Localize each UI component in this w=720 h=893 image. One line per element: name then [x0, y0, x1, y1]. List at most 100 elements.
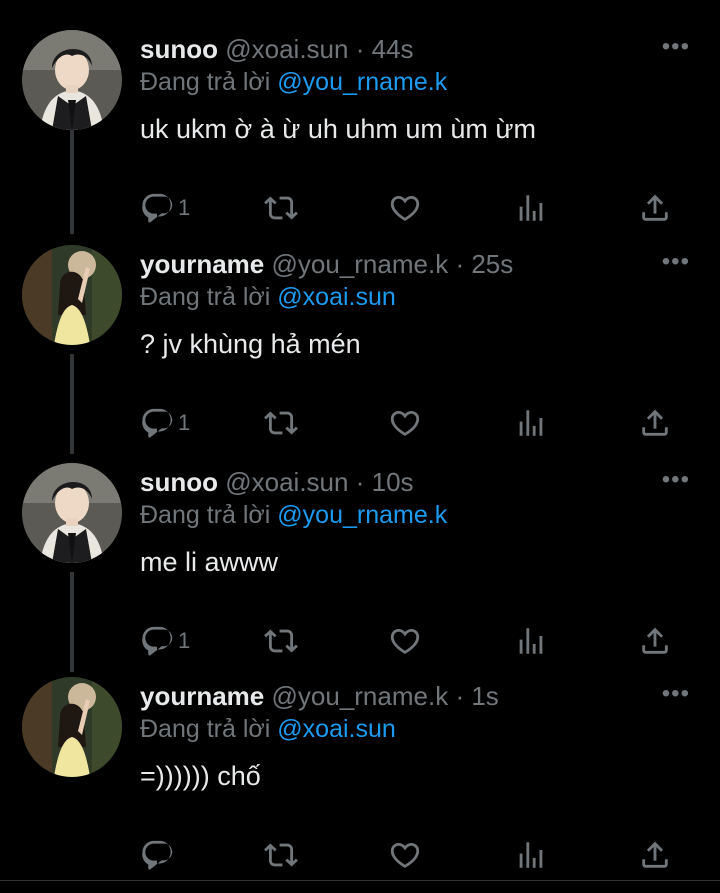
- tweet[interactable]: sunoo @xoai.sun · 10s ••• Đang trả lời @…: [0, 463, 720, 679]
- timestamp[interactable]: 1s: [471, 681, 498, 711]
- separator-dot: ·: [355, 34, 365, 64]
- like-icon: [388, 838, 422, 872]
- display-name[interactable]: sunoo: [140, 467, 218, 497]
- tweet-text: =)))))) chố: [140, 761, 261, 791]
- analytics-icon: [514, 406, 548, 440]
- user-handle[interactable]: @xoai.sun: [225, 34, 348, 64]
- display-name[interactable]: yourname: [140, 681, 264, 711]
- replying-to-label: Đang trả lời: [140, 283, 271, 311]
- separator-dot: ·: [455, 681, 465, 711]
- share-button[interactable]: [638, 621, 672, 661]
- reply-icon: [140, 406, 174, 440]
- mention-link[interactable]: @you_rname.k: [277, 501, 447, 529]
- tweet-header: yourname @you_rname.k · 1s: [140, 679, 640, 713]
- replying-to-label: Đang trả lời: [140, 501, 271, 529]
- analytics-icon: [514, 624, 548, 658]
- timestamp[interactable]: 10s: [372, 467, 414, 497]
- display-name[interactable]: yourname: [140, 249, 264, 279]
- like-button[interactable]: [388, 403, 422, 443]
- like-button[interactable]: [388, 621, 422, 661]
- display-name[interactable]: sunoo: [140, 34, 218, 64]
- analytics-icon: [514, 838, 548, 872]
- reply-icon: [140, 624, 174, 658]
- tweet-actions: [140, 835, 680, 875]
- user-handle[interactable]: @xoai.sun: [225, 467, 348, 497]
- like-icon: [388, 191, 422, 225]
- like-button[interactable]: [388, 835, 422, 875]
- replying-to: Đang trả lời @you_rname.k: [140, 66, 447, 98]
- replying-to: Đang trả lời @you_rname.k: [140, 499, 447, 531]
- reply-button[interactable]: [140, 835, 178, 875]
- like-button[interactable]: [388, 188, 422, 228]
- reply-count: 1: [178, 410, 191, 435]
- retweet-button[interactable]: [264, 403, 298, 443]
- tweet-text: ? jv khùng hả mén: [140, 329, 361, 359]
- analytics-button[interactable]: [514, 403, 548, 443]
- mention-link[interactable]: @xoai.sun: [277, 715, 396, 743]
- share-icon: [638, 191, 672, 225]
- reply-button[interactable]: 1: [140, 403, 190, 443]
- share-button[interactable]: [638, 403, 672, 443]
- analytics-icon: [514, 191, 548, 225]
- reply-icon: [140, 191, 174, 225]
- replying-to: Đang trả lời @xoai.sun: [140, 713, 396, 745]
- reply-icon: [140, 838, 174, 872]
- separator-dot: ·: [455, 249, 465, 279]
- tweet-header: sunoo @xoai.sun · 10s: [140, 465, 640, 499]
- user-handle[interactable]: @you_rname.k: [272, 681, 449, 711]
- user-handle[interactable]: @you_rname.k: [272, 249, 449, 279]
- tweet-text: me li awww: [140, 547, 279, 577]
- avatar-sunoo: [22, 30, 122, 130]
- reply-button[interactable]: 1: [140, 188, 190, 228]
- tweet-actions: 1: [140, 621, 680, 661]
- retweet-icon: [264, 624, 298, 658]
- retweet-button[interactable]: [264, 835, 298, 875]
- avatar[interactable]: [22, 30, 122, 130]
- mention-link[interactable]: @you_rname.k: [277, 68, 447, 96]
- tweet-header: yourname @you_rname.k · 25s: [140, 247, 640, 281]
- like-icon: [388, 406, 422, 440]
- share-button[interactable]: [638, 188, 672, 228]
- avatar[interactable]: [22, 677, 122, 777]
- avatar[interactable]: [22, 463, 122, 563]
- share-icon: [638, 838, 672, 872]
- avatar-sunoo: [22, 463, 122, 563]
- replying-to-label: Đang trả lời: [140, 68, 271, 96]
- reply-count: 1: [178, 628, 191, 653]
- share-icon: [638, 624, 672, 658]
- analytics-button[interactable]: [514, 621, 548, 661]
- tweet-text: uk ukm ờ à ừ uh uhm um ùm ừm: [140, 114, 536, 144]
- more-options-icon[interactable]: •••: [662, 32, 690, 62]
- reply-count: 1: [178, 195, 191, 220]
- separator-dot: ·: [355, 467, 365, 497]
- divider: [0, 880, 720, 881]
- more-options-icon[interactable]: •••: [662, 679, 690, 709]
- timestamp[interactable]: 25s: [471, 249, 513, 279]
- replying-to: Đang trả lời @xoai.sun: [140, 281, 396, 313]
- more-options-icon[interactable]: •••: [662, 247, 690, 277]
- tweet-actions: 1: [140, 403, 680, 443]
- tweet[interactable]: yourname @you_rname.k · 25s ••• Đang trả…: [0, 245, 720, 461]
- retweet-button[interactable]: [264, 621, 298, 661]
- share-button[interactable]: [638, 835, 672, 875]
- retweet-button[interactable]: [264, 188, 298, 228]
- analytics-button[interactable]: [514, 835, 548, 875]
- tweet-header: sunoo @xoai.sun · 44s: [140, 32, 640, 66]
- replying-to-label: Đang trả lời: [140, 715, 271, 743]
- retweet-icon: [264, 838, 298, 872]
- tweet[interactable]: yourname @you_rname.k · 1s ••• Đang trả …: [0, 677, 720, 893]
- mention-link[interactable]: @xoai.sun: [277, 283, 396, 311]
- like-icon: [388, 624, 422, 658]
- analytics-button[interactable]: [514, 188, 548, 228]
- avatar-yourname: [22, 245, 122, 345]
- retweet-icon: [264, 406, 298, 440]
- tweet[interactable]: sunoo @xoai.sun · 44s ••• Đang trả lời @…: [0, 30, 720, 246]
- retweet-icon: [264, 191, 298, 225]
- tweet-actions: 1: [140, 188, 680, 228]
- avatar-yourname: [22, 677, 122, 777]
- timestamp[interactable]: 44s: [372, 34, 414, 64]
- more-options-icon[interactable]: •••: [662, 465, 690, 495]
- reply-button[interactable]: 1: [140, 621, 190, 661]
- avatar[interactable]: [22, 245, 122, 345]
- share-icon: [638, 406, 672, 440]
